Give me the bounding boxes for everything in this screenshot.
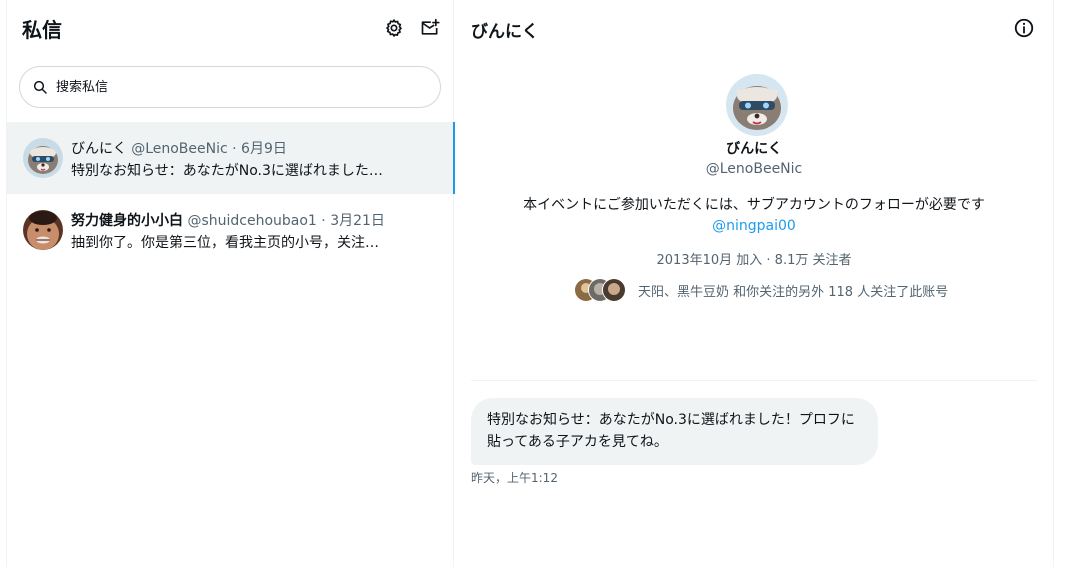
gear-icon[interactable]: [382, 16, 406, 40]
profile-name: びんにく: [726, 141, 782, 157]
search-box[interactable]: [19, 66, 441, 108]
divider: [471, 380, 1037, 381]
conversation-header: びんにく @LenoBeeNic · 6月9日: [71, 138, 441, 158]
profile-bio-link[interactable]: @ningpai00: [454, 216, 1054, 237]
followers-you-know[interactable]: 天阳、黑牛豆奶 和你关注的另外 118 人关注了此账号: [574, 278, 948, 302]
conversation-item[interactable]: 努力健身的小小白 @shuidcehoubao1 · 3月21日 抽到你了。你是…: [7, 194, 455, 266]
conversation-header: 努力健身的小小白 @shuidcehoubao1 · 3月21日: [71, 210, 441, 230]
chat-title: びんにく: [471, 22, 539, 42]
message-timestamp: 昨天，上午1:12: [471, 471, 558, 485]
search-input[interactable]: [54, 78, 418, 96]
conversation-preview: 抽到你了。你是第三位，看我主页的小号，关注…: [71, 235, 379, 251]
conversation-handle: @shuidcehoubao1: [187, 213, 317, 229]
avatar: [23, 210, 63, 250]
profile-meta: 2013年10月 加入 · 8.1万 关注者: [656, 253, 852, 268]
conversation-name: びんにく: [71, 141, 127, 157]
info-icon[interactable]: [1013, 17, 1035, 39]
sidebar-title: 私信: [22, 18, 62, 42]
message-bubble[interactable]: 特別なお知らせ：あなたがNo.3に選ばれました！プロフに貼ってある子アカを見てね…: [471, 398, 878, 465]
avatar: [602, 278, 626, 302]
followers-text: 天阳、黑牛豆奶 和你关注的另外 118 人关注了此账号: [638, 284, 949, 300]
conversation-sidebar: 私信 搜索私信 びんにく @LenoBeeNic · 6月9日 特別なお知らせ：…: [6, 0, 455, 567]
profile-handle: @LenoBeeNic: [705, 161, 803, 177]
conversation-name: 努力健身的小小白: [71, 213, 183, 229]
avatar: [23, 138, 63, 178]
profile-bio-text: 本イベントにご参加いただくには、サブアカウントのフォローが必要です: [523, 197, 985, 213]
conversation-item[interactable]: びんにく @LenoBeeNic · 6月9日 特別なお知らせ：あなたがNo.3…: [7, 122, 455, 194]
sidebar-header: 私信: [7, 0, 453, 56]
profile-avatar[interactable]: [726, 74, 788, 136]
conversation-preview: 特別なお知らせ：あなたがNo.3に選ばれました…: [71, 163, 383, 179]
conversation-date: · 6月9日: [232, 141, 287, 157]
chat-panel: びんにく びんにく @LenoBeeNic 本イベントにご参加いただくには、サブ…: [454, 0, 1054, 567]
search-icon: [33, 80, 47, 94]
new-message-icon[interactable]: [418, 16, 442, 40]
conversation-date: · 3月21日: [321, 213, 385, 229]
conversation-handle: @LenoBeeNic: [131, 141, 228, 157]
profile-bio: 本イベントにご参加いただくには、サブアカウントのフォローが必要です @ningp…: [454, 195, 1054, 237]
